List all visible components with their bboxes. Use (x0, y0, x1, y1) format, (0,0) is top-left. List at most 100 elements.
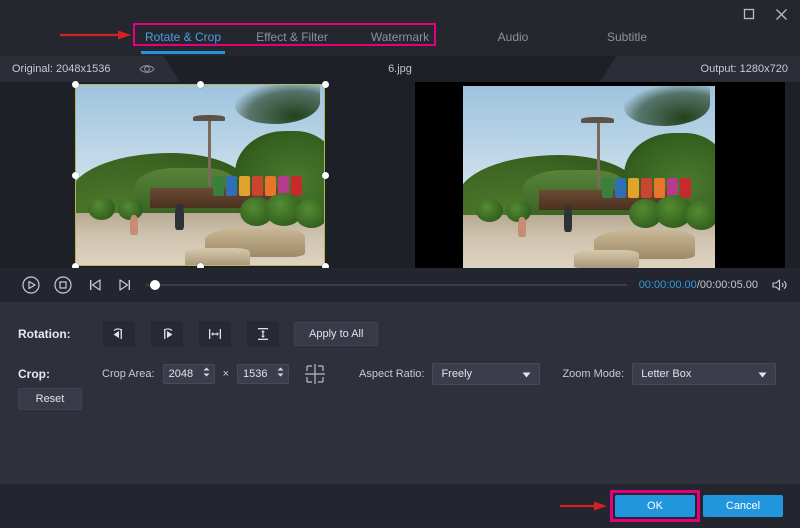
colored-letters-sign (602, 177, 703, 199)
stop-icon[interactable] (50, 272, 76, 298)
tab-rotate-crop[interactable]: Rotate & Crop (136, 26, 230, 44)
progress-track (146, 284, 627, 286)
ok-button[interactable]: OK (615, 495, 695, 517)
lamp-post (597, 122, 600, 188)
bush (685, 201, 715, 230)
info-bar: Original: 2048x1536 6.jpg Output: 1280x7… (0, 56, 800, 82)
player-bar: 00:00:00.00/00:00:05.00 (0, 268, 800, 302)
aspect-ratio-select[interactable]: Freely (432, 363, 540, 385)
controls-panel: Rotation: (0, 302, 800, 484)
crop-area-label: Crop Area: (102, 368, 155, 380)
letter (252, 176, 263, 196)
letter (615, 178, 626, 198)
preview-area (0, 82, 800, 268)
output-preview-pane[interactable] (400, 82, 800, 268)
chevron-down-icon[interactable] (522, 372, 531, 378)
letterbox-bar-left (415, 82, 463, 268)
letter (213, 176, 224, 196)
letter (628, 178, 639, 198)
time-display: 00:00:00.00/00:00:05.00 (639, 279, 758, 291)
letter (226, 176, 237, 196)
rotation-label: Rotation: (18, 327, 102, 341)
lamp-post (208, 120, 211, 186)
colored-letters-sign (213, 175, 313, 197)
video-editor-window: Rotate & Crop Effect & Filter Watermark … (0, 0, 800, 528)
tab-effect-filter[interactable]: Effect & Filter (246, 26, 338, 44)
letter (265, 176, 276, 196)
tab-effect-filter-label: Effect & Filter (256, 30, 328, 44)
close-icon[interactable] (770, 4, 792, 24)
zoom-mode-value: Letter Box (641, 368, 691, 380)
tab-rotate-crop-label: Rotate & Crop (145, 30, 221, 44)
person (564, 206, 573, 231)
chevron-down-icon[interactable] (277, 373, 284, 377)
rock (574, 250, 640, 268)
tab-subtitle[interactable]: Subtitle (592, 26, 662, 44)
previous-frame-icon[interactable] (82, 272, 108, 298)
rock (185, 248, 250, 266)
center-crop-icon[interactable] (303, 362, 327, 386)
filename-label: 6.jpg (388, 63, 412, 75)
tab-watermark[interactable]: Watermark (356, 26, 444, 44)
reset-label: Reset (36, 393, 65, 405)
maximize-icon[interactable] (738, 4, 760, 24)
output-size-chip: Output: 1280x720 (600, 56, 800, 82)
chevron-up-icon[interactable] (277, 367, 284, 371)
active-tab-underline (141, 51, 225, 54)
source-image (75, 84, 325, 266)
footer-bar: OK Cancel (0, 484, 800, 528)
rotate-left-icon[interactable] (102, 320, 136, 348)
source-preview-pane[interactable] (0, 82, 400, 268)
chevron-up-icon[interactable] (203, 367, 210, 371)
tab-audio-label: Audio (498, 30, 529, 44)
zoom-mode-select[interactable]: Letter Box (632, 363, 776, 385)
reset-button[interactable]: Reset (18, 388, 82, 410)
crop-row: Crop: Crop Area: × (18, 362, 776, 386)
output-image (463, 86, 715, 268)
crop-multiply-symbol: × (223, 368, 229, 380)
letter (602, 178, 613, 198)
play-icon[interactable] (18, 272, 44, 298)
crop-width-spin-arrows[interactable] (203, 367, 210, 377)
aspect-ratio-value: Freely (441, 368, 472, 380)
chevron-down-icon[interactable] (758, 372, 767, 378)
rotate-right-icon[interactable] (150, 320, 184, 348)
crop-height-stepper[interactable] (237, 364, 289, 384)
bush (295, 199, 325, 228)
cancel-button[interactable]: Cancel (703, 495, 783, 517)
lamp-head (581, 117, 614, 123)
tab-subtitle-label: Subtitle (607, 30, 647, 44)
letter (239, 176, 250, 196)
annotation-arrow-ok (560, 501, 608, 511)
letter (680, 178, 691, 198)
letter (654, 178, 665, 198)
output-size-label: Output: 1280x720 (701, 63, 800, 75)
cancel-label: Cancel (726, 500, 760, 512)
total-time: 00:00:05.00 (700, 279, 758, 291)
annotation-arrow-tabs (60, 30, 132, 40)
apply-to-all-label: Apply to All (309, 328, 363, 340)
crop-height-spin-arrows[interactable] (277, 367, 284, 377)
playback-progress-slider[interactable] (146, 272, 627, 298)
letter (291, 176, 302, 196)
letterbox-bar-right (715, 82, 785, 268)
progress-thumb[interactable] (150, 280, 160, 290)
tab-audio[interactable]: Audio (478, 26, 548, 44)
crop-height-input[interactable] (238, 368, 274, 380)
tab-watermark-label: Watermark (371, 30, 429, 44)
flip-vertical-icon[interactable] (246, 320, 280, 348)
chevron-down-icon[interactable] (203, 373, 210, 377)
crop-width-stepper[interactable] (163, 364, 215, 384)
zoom-mode-label: Zoom Mode: (562, 368, 624, 380)
crop-width-input[interactable] (164, 368, 200, 380)
volume-icon[interactable] (766, 272, 794, 298)
next-frame-icon[interactable] (112, 272, 138, 298)
flip-horizontal-icon[interactable] (198, 320, 232, 348)
person (130, 215, 138, 235)
crop-label: Crop: (18, 367, 102, 381)
lamp-head (193, 115, 226, 121)
title-bar: Rotate & Crop Effect & Filter Watermark … (0, 0, 800, 56)
letter (641, 178, 652, 198)
apply-to-all-button[interactable]: Apply to All (294, 322, 378, 346)
window-controls (738, 4, 792, 24)
